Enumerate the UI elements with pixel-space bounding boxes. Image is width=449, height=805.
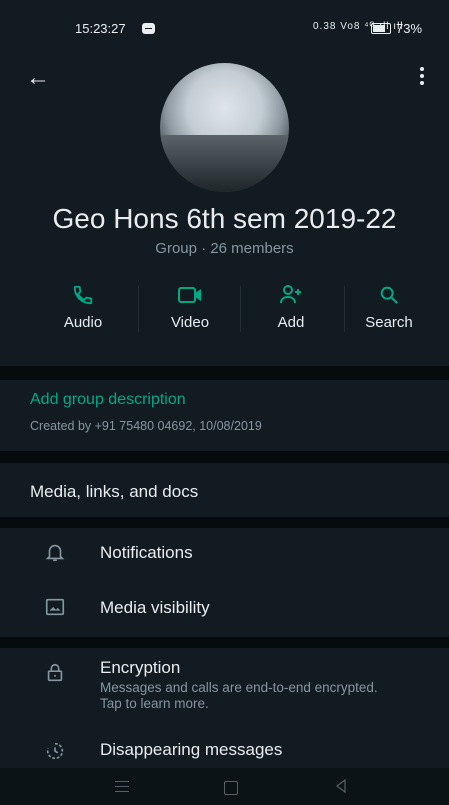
timer-icon xyxy=(44,740,66,762)
image-icon xyxy=(44,596,66,618)
status-time: 15:23:27 xyxy=(75,21,126,36)
video-icon xyxy=(140,284,240,310)
status-bar: 15:23:27 0.38 Vo8 ⁴ᴳ ıll ıll 73% xyxy=(0,18,449,42)
audio-call-button[interactable]: Audio xyxy=(33,280,133,340)
search-icon xyxy=(339,284,439,310)
back-nav-icon[interactable] xyxy=(335,778,347,794)
group-name: Geo Hons 6th sem 2019-22 xyxy=(52,203,397,234)
battery-percent: 73% xyxy=(396,21,423,36)
screen: 15:23:27 0.38 Vo8 ⁴ᴳ ıll ıll 73% ← Geo H… xyxy=(0,0,449,805)
section-separator xyxy=(0,366,449,380)
search-button[interactable]: Search xyxy=(339,280,439,340)
section-separator xyxy=(0,637,449,648)
video-call-button[interactable]: Video xyxy=(140,280,240,340)
encryption-subtitle: Messages and calls are end-to-end encryp… xyxy=(100,680,378,711)
media-visibility-row[interactable]: Media visibility xyxy=(0,583,449,635)
notifications-row[interactable]: Notifications xyxy=(0,528,449,580)
media-visibility-label: Media visibility xyxy=(100,598,210,617)
search-label: Search xyxy=(365,314,413,331)
menu-nav-icon[interactable] xyxy=(115,781,129,796)
disappearing-messages-row[interactable]: Disappearing messages xyxy=(0,732,449,768)
settings-list: Notifications Media visibility Encryptio… xyxy=(0,528,449,768)
encryption-label: Encryption xyxy=(100,658,181,677)
media-links-docs-row[interactable]: Media, links, and docs xyxy=(0,463,449,517)
media-links-docs-label: Media, links, and docs xyxy=(30,482,199,501)
system-navigation-bar xyxy=(0,768,449,805)
section-separator xyxy=(0,451,449,463)
message-notification-icon xyxy=(142,23,155,34)
add-person-icon xyxy=(241,284,341,310)
group-member-count: Group · 26 members xyxy=(155,240,294,257)
video-label: Video xyxy=(170,314,210,331)
add-group-description-link[interactable]: Add group description xyxy=(30,391,186,409)
home-nav-icon[interactable] xyxy=(224,781,238,795)
encryption-row[interactable]: Encryption Messages and calls are end-to… xyxy=(0,650,449,732)
created-by-text: Created by +91 75480 04692, 10/08/2019 xyxy=(30,419,262,433)
action-bar: Audio Video Add Search xyxy=(10,280,439,340)
section-separator xyxy=(0,517,449,528)
group-description-section[interactable]: Add group description Created by +91 754… xyxy=(0,381,449,451)
lock-icon xyxy=(44,662,66,684)
add-label: Add xyxy=(277,314,305,331)
disappearing-messages-label: Disappearing messages xyxy=(100,740,283,759)
phone-icon xyxy=(33,284,133,310)
add-member-button[interactable]: Add xyxy=(241,280,341,340)
audio-label: Audio xyxy=(63,314,103,331)
battery-icon xyxy=(371,23,391,34)
more-options-icon[interactable] xyxy=(420,67,424,85)
back-arrow-icon[interactable]: ← xyxy=(26,64,50,92)
divider xyxy=(138,286,139,332)
group-avatar[interactable] xyxy=(160,63,289,192)
bell-icon xyxy=(44,541,66,563)
notifications-label: Notifications xyxy=(100,543,193,562)
